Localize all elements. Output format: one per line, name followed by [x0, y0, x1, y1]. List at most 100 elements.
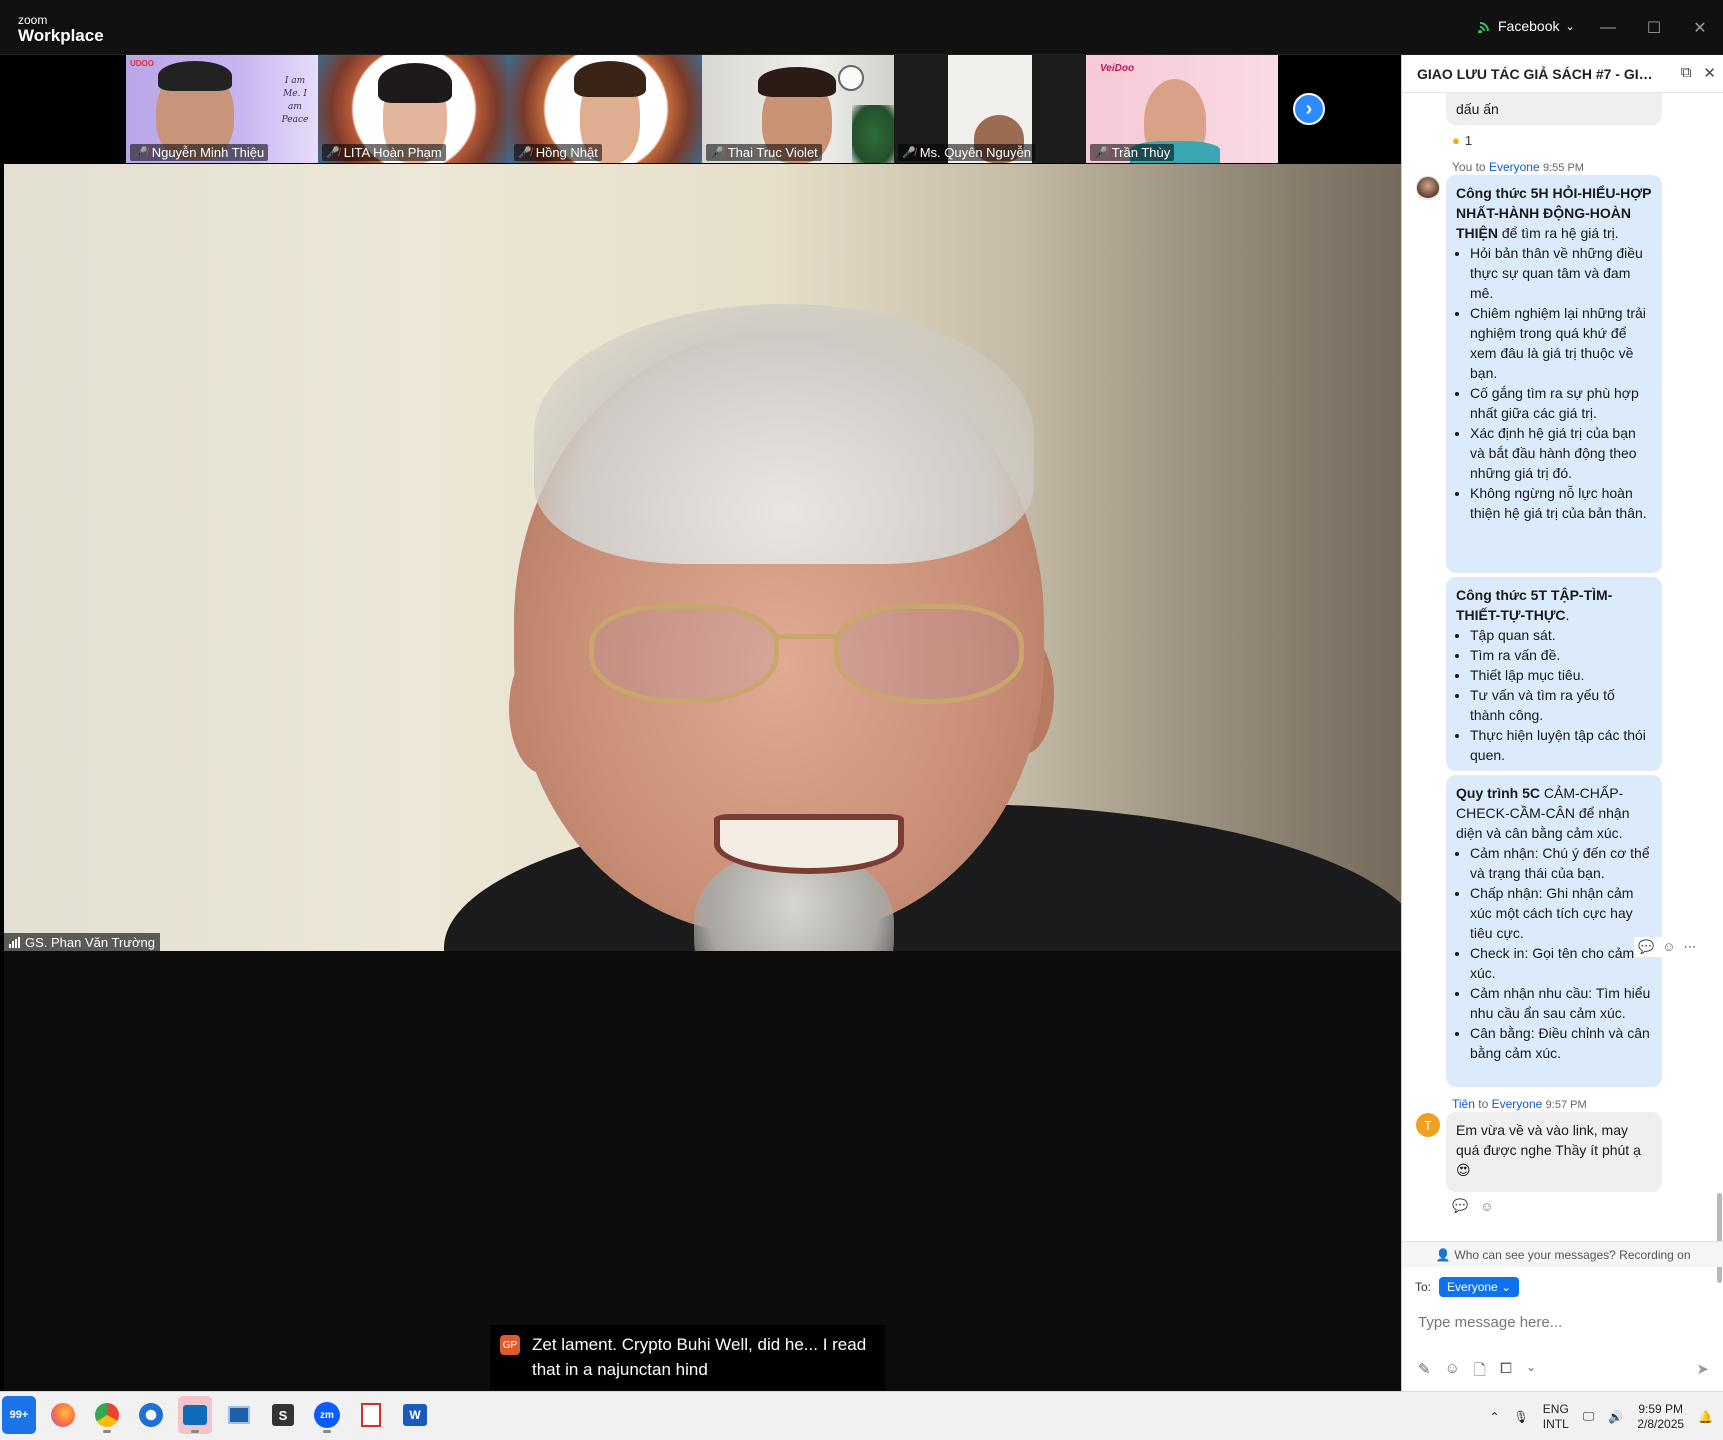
- close-button[interactable]: ✕: [1677, 0, 1723, 55]
- participant-thumbnail[interactable]: 🎤̸ Hồng Nhật: [510, 55, 702, 163]
- chevron-up-icon[interactable]: ⌃: [1489, 1410, 1499, 1424]
- message-list-item: Không ngừng nỗ lực hoàn thiện hệ giá trị…: [1470, 483, 1652, 523]
- participant-thumbnail[interactable]: UDOO I am Me. I am Peace 🎤̸ Nguyễn Minh T…: [126, 55, 318, 163]
- emoji-icon[interactable]: ☺: [1445, 1360, 1460, 1385]
- participant-thumbnail[interactable]: 🎤̸ LITA Hoàn Phạm: [318, 55, 510, 163]
- brand-big: Workplace: [18, 26, 104, 45]
- message-list-item: Thiết lập mục tiêu.: [1470, 665, 1652, 685]
- message-list-item: Tìm ra vấn đề.: [1470, 645, 1652, 665]
- glasses-bridge: [774, 634, 839, 639]
- chat-message-bubble: Công thức 5T TẬP-TÌM-THIẾT-TỰ-THỰC. Tập …: [1446, 577, 1662, 771]
- zoom-icon[interactable]: zm: [310, 1396, 344, 1434]
- more-icon[interactable]: ⋯: [1683, 939, 1696, 955]
- chrome-icon[interactable]: [90, 1396, 124, 1434]
- recipient-dropdown[interactable]: Everyone ⌄: [1439, 1277, 1520, 1297]
- privacy-notice[interactable]: 👤 Who can see your messages? Recording o…: [1402, 1241, 1723, 1267]
- window-controls: — ☐ ✕: [1585, 0, 1723, 55]
- participant-name-tag: 🎤̸ Nguyễn Minh Thiệu: [130, 144, 269, 161]
- mic-muted-icon: 🎤̸: [518, 147, 532, 159]
- speaker-icon[interactable]: 🔊: [1608, 1410, 1623, 1424]
- message-time: 9:57 PM: [1545, 1099, 1587, 1111]
- recipient-name[interactable]: Everyone: [1492, 1097, 1543, 1111]
- windows-taskbar: 99+ S zm W ⌃ 🎙 ENG INTL 🖵 🔊 9:59 PM 2/8/…: [0, 1391, 1723, 1440]
- next-page-button[interactable]: ›: [1293, 93, 1325, 125]
- share-source-dropdown[interactable]: Facebook ⌄: [1478, 18, 1575, 34]
- minimize-button[interactable]: —: [1585, 0, 1631, 55]
- add-reaction-icon[interactable]: ☺: [1662, 939, 1675, 955]
- participant-thumbnail[interactable]: VeiDoo 🎤̸ Trần Thùy: [1086, 55, 1278, 163]
- acrobat-icon[interactable]: [354, 1396, 388, 1434]
- microphone-icon[interactable]: 🎙: [1514, 1410, 1529, 1424]
- to-word: to: [1478, 1097, 1489, 1111]
- chat-scrollbar[interactable]: [1717, 1193, 1722, 1283]
- language-code: ENG: [1542, 1401, 1569, 1416]
- zoom-meeting-window: zoom Workplace Facebook ⌄ — ☐ ✕ UDOO I a…: [0, 0, 1723, 1440]
- connection-signal-icon: [9, 937, 20, 948]
- file-icon[interactable]: 🗋: [1474, 1360, 1486, 1385]
- sender-name: You: [1452, 160, 1473, 174]
- message-list-item: Chiêm nghiệm lại những trải nghiệm trong…: [1470, 303, 1652, 383]
- input-language[interactable]: ENG INTL: [1543, 1402, 1569, 1432]
- clock-date: 2/8/2025: [1637, 1416, 1685, 1431]
- notification-icon[interactable]: 🔔: [1698, 1410, 1713, 1424]
- chat-message-list[interactable]: dấu ấn ● 1 You to Everyone 9:55 PM Công …: [1402, 93, 1723, 1296]
- s-app-icon[interactable]: S: [266, 1396, 300, 1434]
- maximize-button[interactable]: ☐: [1631, 0, 1677, 55]
- participant-name-tag: 🎤̸ Trần Thùy: [1090, 144, 1175, 161]
- message-meta: You to Everyone 9:55 PM: [1452, 160, 1584, 174]
- chat-message-input[interactable]: [1418, 1308, 1708, 1336]
- thunderbird-icon[interactable]: [134, 1396, 168, 1434]
- add-reaction-icon[interactable]: ☺: [1480, 1199, 1493, 1214]
- mic-muted-icon: 🎤̸: [326, 147, 340, 159]
- chat-toolbar: ✎ ☺ 🗋 ⧠ ⌄: [1418, 1360, 1536, 1385]
- message-list-item: Cảm nhận nhu cầu: Tìm hiểu nhu cầu ẩn sa…: [1470, 983, 1652, 1023]
- mic-muted-icon: 🎤̸: [1094, 147, 1108, 159]
- message-list-item: Cố gắng tìm ra sự phù hợp nhất giữa các …: [1470, 383, 1652, 423]
- message-bold-heading: Công thức 5T TẬP-TÌM-THIẾT-TỰ-THỰC: [1456, 587, 1613, 623]
- veidoo-logo: VeiDoo: [1100, 63, 1135, 74]
- reply-icon[interactable]: 💬: [1638, 939, 1654, 955]
- pop-out-icon[interactable]: ⧉: [1681, 64, 1692, 82]
- send-icon[interactable]: ➤: [1696, 1360, 1709, 1378]
- avatar[interactable]: [1416, 176, 1440, 200]
- person-lock-icon: 👤: [1435, 1247, 1451, 1262]
- firefox-icon[interactable]: [46, 1396, 80, 1434]
- zoom-logo: zoom Workplace: [18, 14, 104, 46]
- format-icon[interactable]: ✎: [1418, 1360, 1431, 1385]
- reaction-chip[interactable]: ● 1: [1452, 133, 1472, 148]
- participant-hair: [378, 63, 452, 103]
- chevron-down-icon[interactable]: ⌄: [1526, 1360, 1536, 1385]
- word-icon[interactable]: W: [398, 1396, 432, 1434]
- message-hover-actions: 💬 ☺ ⋯: [1634, 937, 1701, 957]
- message-text: .: [1565, 607, 1570, 623]
- mic-muted-icon: 🎤̸: [710, 147, 724, 159]
- avatar[interactable]: T: [1416, 1113, 1440, 1137]
- chevron-down-icon: ⌄: [1565, 20, 1575, 33]
- participant-name: Thai Truc Violet: [727, 145, 818, 160]
- reply-icon[interactable]: 💬: [1452, 1198, 1468, 1214]
- window-icon[interactable]: [222, 1396, 256, 1434]
- message-list: Hỏi bản thân về những điều thực sự quan …: [1456, 243, 1652, 523]
- message-bold-heading: Quy trình 5C: [1456, 785, 1541, 801]
- mail-app-icon[interactable]: 99+: [2, 1396, 36, 1434]
- close-icon[interactable]: ✕: [1703, 64, 1716, 82]
- recipient-name[interactable]: Everyone: [1489, 160, 1540, 174]
- clock-time: 9:59 PM: [1638, 1401, 1684, 1416]
- speaker-hair: [534, 304, 1034, 564]
- message-list-item: Thực hiện luyện tập các thói quen.: [1470, 725, 1652, 765]
- chat-message-bubble: dấu ấn: [1446, 93, 1662, 125]
- clock[interactable]: 9:59 PM 2/8/2025: [1637, 1402, 1684, 1432]
- participant-thumbnail[interactable]: 🎤̸ Ms. Quyên Nguyễn: [894, 55, 1086, 163]
- message-meta: Tiên to Everyone 9:57 PM: [1452, 1097, 1587, 1111]
- network-icon[interactable]: 🖵: [1583, 1409, 1595, 1424]
- live-caption: GP Zet lament. Crypto Buhi Well, did he.…: [490, 1325, 885, 1390]
- message-text: dấu ấn: [1456, 101, 1499, 117]
- glasses-lens: [834, 604, 1024, 704]
- outlook-icon[interactable]: [178, 1396, 212, 1434]
- speaker-smile: [714, 814, 904, 874]
- screenshot-icon[interactable]: ⧠: [1500, 1360, 1512, 1385]
- title-bar: zoom Workplace Facebook ⌄ — ☐ ✕: [0, 0, 1723, 55]
- participant-thumbnail[interactable]: 🎤̸ Thai Truc Violet: [702, 55, 894, 163]
- caption-speaker-avatar: GP: [500, 1335, 520, 1355]
- chat-header-actions: ⧉ ✕: [1681, 64, 1716, 82]
